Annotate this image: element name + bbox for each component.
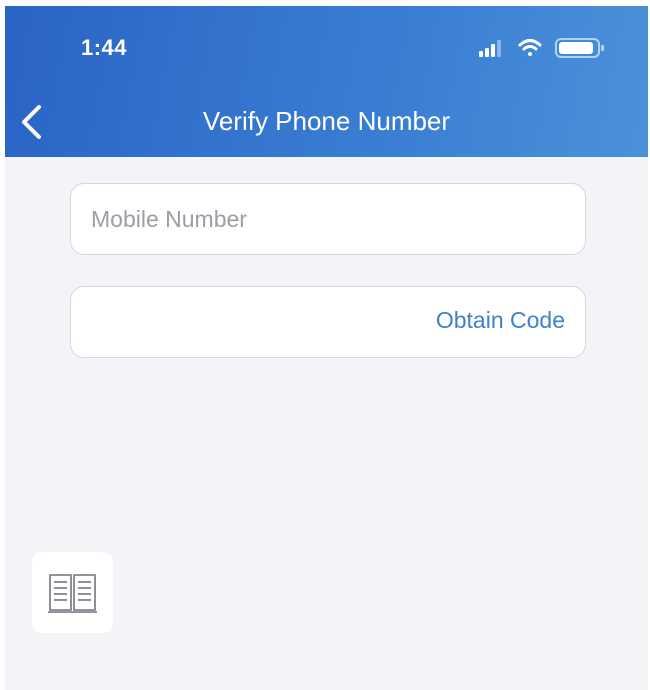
mobile-number-field[interactable] <box>70 183 586 255</box>
open-book-icon <box>48 574 97 613</box>
app-screen: 1:44 Verify Phone Number Mobile Number O… <box>5 6 648 690</box>
verification-code-field[interactable]: Obtain Code <box>70 286 586 358</box>
battery-icon <box>555 38 604 58</box>
mobile-number-input[interactable] <box>89 184 553 255</box>
wifi-icon <box>518 39 542 56</box>
signal-icon <box>479 40 501 57</box>
page-title: Verify Phone Number <box>202 106 451 136</box>
status-time: 1:44 <box>81 35 128 60</box>
obtain-code-button[interactable]: Obtain Code <box>436 307 565 334</box>
status-icons <box>477 36 617 62</box>
verification-code-input[interactable] <box>89 287 393 358</box>
guide-button[interactable] <box>32 552 113 633</box>
header-bar: 1:44 Verify Phone Number <box>5 6 648 157</box>
